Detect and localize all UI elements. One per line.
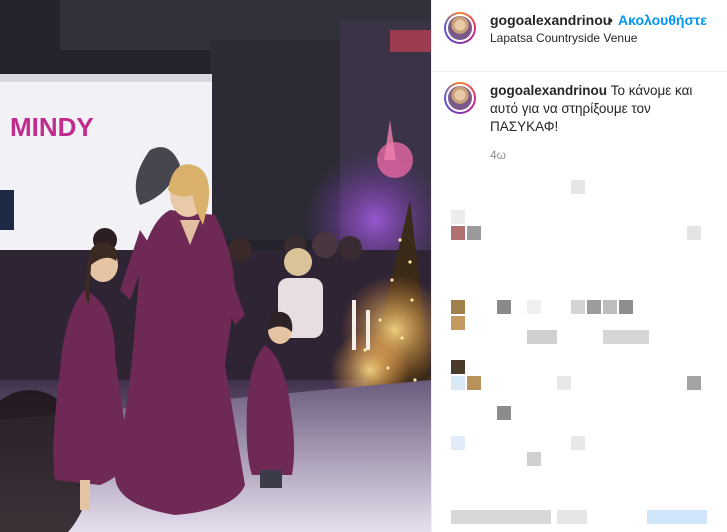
event-photo: MINDY: [0, 0, 431, 532]
caption-avatar[interactable]: [444, 82, 476, 114]
screen-text: MINDY: [10, 112, 94, 142]
location-link[interactable]: Lapatsa Countryside Venue: [490, 31, 637, 45]
avatar[interactable]: [444, 12, 476, 44]
post-header: gogoalexandrinou • Ακολουθήστε Lapatsa C…: [432, 0, 727, 72]
post-sidebar: gogoalexandrinou • Ακολουθήστε Lapatsa C…: [431, 0, 727, 532]
post-time[interactable]: 4ω: [490, 148, 506, 162]
follow-button[interactable]: Ακολουθήστε: [618, 12, 707, 28]
post-image[interactable]: MINDY: [0, 0, 431, 532]
username-link[interactable]: gogoalexandrinou: [490, 12, 611, 28]
separator-dot: •: [608, 12, 613, 28]
caption-text: gogoalexandrinou Το κάνομε και αυτό για …: [490, 82, 714, 136]
caption-username[interactable]: gogoalexandrinou: [490, 83, 607, 98]
